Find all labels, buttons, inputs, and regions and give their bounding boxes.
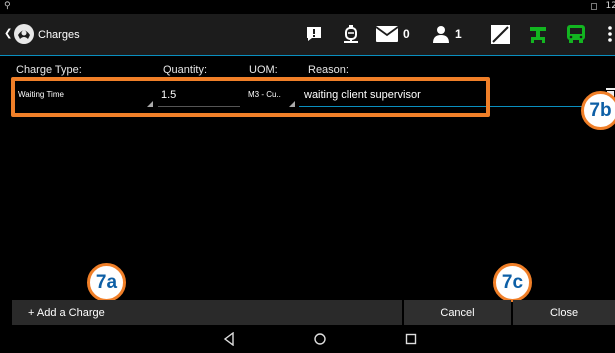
bus-icon[interactable] (566, 23, 586, 45)
network-icon[interactable] (529, 23, 547, 45)
back-triangle-icon[interactable] (222, 332, 236, 346)
slash-square-icon[interactable] (491, 23, 510, 45)
messages-count: 0 (403, 27, 410, 41)
signal-icon (591, 3, 597, 10)
app-logo-icon[interactable] (13, 23, 35, 45)
back-arrow-icon[interactable]: ❮ (4, 28, 12, 39)
callout-7c: 7c (493, 263, 532, 302)
callout-7b: 7b (581, 91, 615, 130)
status-time: 12 (605, 1, 615, 11)
alert-icon[interactable] (305, 23, 323, 45)
add-charge-button[interactable]: + Add a Charge (12, 300, 402, 325)
mail-icon[interactable]: 0 (376, 23, 410, 45)
status-bar: ⚲ 12 (0, 0, 615, 14)
cancel-button[interactable]: Cancel (404, 300, 511, 325)
charge-type-header: Charge Type: (16, 64, 82, 76)
bottom-action-bar: + Add a Charge Cancel Close (0, 300, 615, 325)
reason-header: Reason: (308, 64, 349, 76)
home-circle-icon[interactable] (313, 332, 327, 346)
users-count: 1 (455, 27, 462, 41)
location-pin-icon: ⚲ (4, 1, 11, 11)
uom-header: UOM: (249, 64, 278, 76)
highlight-box (11, 77, 490, 117)
quantity-header: Quantity: (163, 64, 208, 76)
callout-7a: 7a (87, 263, 126, 302)
recents-square-icon[interactable] (404, 332, 418, 346)
system-nav-bar (0, 325, 615, 353)
overflow-menu-icon[interactable] (607, 23, 613, 45)
page-title: Charges (38, 29, 80, 41)
app-bar: ❮ Charges 0 1 (0, 14, 615, 56)
close-button[interactable]: Close (513, 300, 615, 325)
tank-icon[interactable] (343, 23, 359, 45)
person-icon[interactable]: 1 (432, 23, 462, 45)
